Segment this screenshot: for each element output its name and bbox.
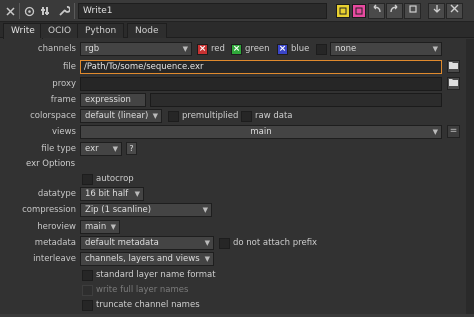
proxy-label: proxy [52,79,76,89]
proxy-path-input[interactable] [80,77,442,91]
colorspace-dropdown[interactable]: default (linear) ▼ [80,109,162,123]
disable-node-icon[interactable] [21,3,37,19]
chevron-down-icon: ▼ [134,190,140,198]
views-value: main [250,127,272,137]
frame-label: frame [50,95,76,105]
chevron-down-icon: ▼ [204,239,210,247]
no-prefix-checkbox[interactable] [219,238,230,249]
chevron-down-icon: ▼ [182,45,188,53]
file-path-input[interactable]: /Path/To/some/sequence.exr [80,60,442,74]
proxy-file-browser-icon[interactable] [447,77,460,90]
interleave-dropdown[interactable]: channels, layers and views ▼ [80,252,214,266]
exr-options-heading: exr Options [26,159,76,169]
chevron-down-icon: ▼ [112,145,118,153]
green-channel-label: green [245,44,270,54]
node-name-field[interactable]: Write1 [78,3,327,19]
premultiplied-checkbox[interactable] [168,111,179,122]
revert-icon[interactable] [404,3,421,19]
tab-ocio[interactable]: OCIO [40,23,80,38]
node-color-pink-button[interactable] [352,4,366,18]
metadata-dropdown[interactable]: default metadata ▼ [80,236,214,250]
tab-write[interactable]: Write [3,23,43,39]
colorspace-label: colorspace [30,111,76,121]
file-type-label: file type [41,144,76,154]
autocrop-label: autocrop [96,174,134,184]
heroview-label: heroview [37,222,76,232]
float-panel-icon[interactable] [428,3,445,19]
no-prefix-label: do not attach prefix [233,238,318,248]
undo-icon[interactable] [368,3,385,19]
file-type-value: exr [85,144,99,154]
extra-channel-checkbox[interactable] [316,44,327,55]
tab-node[interactable]: Node [127,23,167,38]
file-label: file [63,62,76,72]
channels-dropdown[interactable]: rgb ▼ [80,42,192,56]
node-settings-icon[interactable] [38,3,54,19]
panel-scrollbar[interactable] [466,39,474,317]
datatype-value: 16 bit half [85,189,129,199]
chevron-down-icon: ▼ [204,255,210,263]
write-knobs-panel: channels rgb ▼ × red × green × blue none… [4,39,466,315]
write-full-layer-names-checkbox[interactable] [82,285,93,296]
extra-channel-dropdown[interactable]: none ▼ [330,42,442,56]
metadata-value: default metadata [85,238,159,248]
node-color-yellow-button[interactable] [336,4,350,18]
blue-channel-label: blue [291,44,310,54]
heroview-value: main [85,222,107,232]
premultiplied-label: premultiplied [182,111,239,121]
raw-data-label: raw data [255,111,293,121]
compression-label: compression [22,205,76,215]
raw-data-checkbox[interactable] [241,111,252,122]
views-dropdown[interactable]: main ▼ [80,125,442,139]
red-channel-checkbox[interactable]: × [197,44,208,55]
frame-mode-dropdown[interactable]: expression [80,93,146,107]
chevron-down-icon: ▼ [152,112,158,120]
standard-layer-name-checkbox[interactable] [82,270,93,281]
tab-python[interactable]: Python [77,23,125,38]
chevron-down-icon: ▼ [110,223,116,231]
views-label: views [51,127,76,137]
datatype-label: datatype [37,189,76,199]
truncate-channel-names-label: truncate channel names [96,300,200,310]
truncate-channel-names-checkbox[interactable] [82,300,93,311]
compression-value: Zip (1 scanline) [85,205,152,215]
frame-expression-input[interactable] [150,93,442,107]
redo-icon[interactable] [386,3,403,19]
standard-layer-name-label: standard layer name format [96,270,216,280]
extra-channel-value: none [335,44,357,54]
heroview-dropdown[interactable]: main ▼ [80,220,120,234]
metadata-label: metadata [34,238,76,248]
compression-dropdown[interactable]: Zip (1 scanline) ▼ [80,203,212,217]
file-browser-icon[interactable] [447,60,460,73]
wrench-icon[interactable] [56,3,72,19]
chevron-down-icon: ▼ [202,206,208,214]
blue-channel-checkbox[interactable]: × [277,44,288,55]
datatype-dropdown[interactable]: 16 bit half ▼ [80,187,144,201]
interleave-label: interleave [33,254,76,264]
channels-value: rgb [85,44,100,54]
write-full-layer-names-label: write full layer names [96,285,189,295]
views-equals-icon[interactable]: = [447,125,460,138]
frame-mode-value: expression [85,95,131,105]
chevron-down-icon: ▼ [432,45,438,53]
colorspace-value: default (linear) [85,111,149,121]
chevron-down-icon: ▼ [432,128,438,136]
close-panel-icon[interactable] [446,3,463,19]
close-icon[interactable] [2,3,18,19]
file-type-dropdown[interactable]: exr ▼ [80,142,122,156]
file-type-help-button[interactable]: ? [126,142,137,155]
red-channel-label: red [211,44,225,54]
channels-label: channels [37,44,76,54]
interleave-value: channels, layers and views [85,254,200,264]
autocrop-checkbox[interactable] [82,174,93,185]
tab-bar: Write OCIO Python Node [0,22,474,39]
green-channel-checkbox[interactable]: × [231,44,242,55]
node-title-bar: Write1 [0,0,474,22]
